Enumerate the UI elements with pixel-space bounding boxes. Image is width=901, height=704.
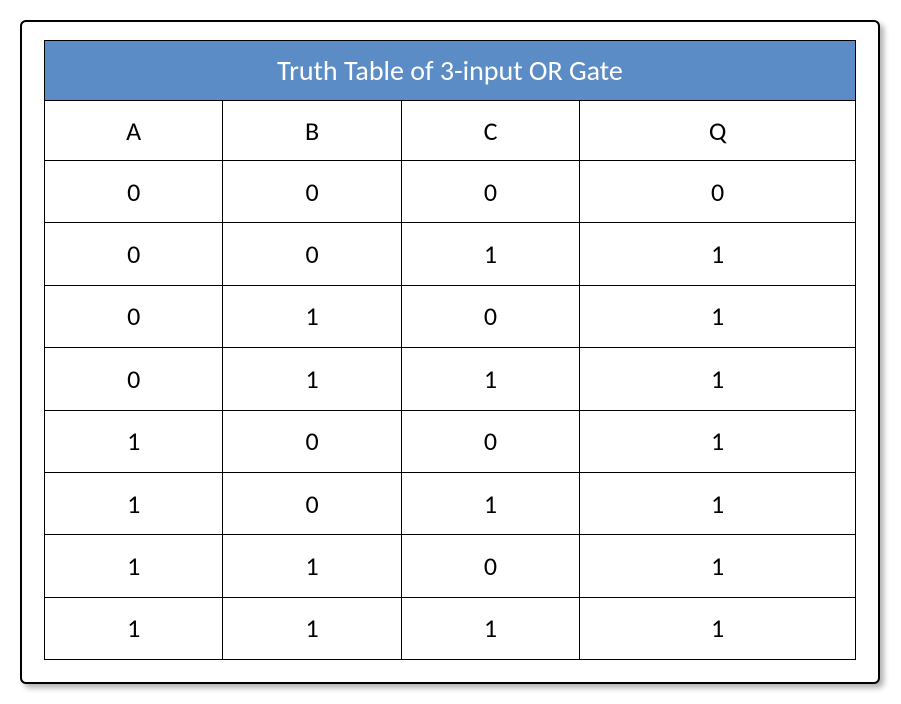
truth-table: Truth Table of 3-input OR Gate A B C Q 0… bbox=[44, 40, 856, 660]
cell: 1 bbox=[580, 597, 856, 659]
table-row: 1 1 1 1 bbox=[45, 597, 856, 659]
table-row: 0 1 0 1 bbox=[45, 285, 856, 347]
cell: 1 bbox=[401, 597, 579, 659]
cell: 1 bbox=[580, 472, 856, 534]
cell: 1 bbox=[223, 348, 401, 410]
table-row: 0 1 1 1 bbox=[45, 348, 856, 410]
cell: 0 bbox=[223, 161, 401, 223]
cell: 0 bbox=[45, 223, 223, 285]
cell: 1 bbox=[45, 535, 223, 597]
cell: 0 bbox=[223, 410, 401, 472]
cell: 0 bbox=[223, 223, 401, 285]
cell: 1 bbox=[580, 535, 856, 597]
cell: 0 bbox=[45, 348, 223, 410]
cell: 1 bbox=[580, 285, 856, 347]
cell: 1 bbox=[580, 223, 856, 285]
cell: 1 bbox=[223, 285, 401, 347]
cell: 0 bbox=[401, 535, 579, 597]
cell: 0 bbox=[580, 161, 856, 223]
cell: 0 bbox=[401, 285, 579, 347]
table-row: 1 0 0 1 bbox=[45, 410, 856, 472]
header-row: A B C Q bbox=[45, 101, 856, 161]
col-header-q: Q bbox=[580, 101, 856, 161]
table-row: 0 0 1 1 bbox=[45, 223, 856, 285]
col-header-b: B bbox=[223, 101, 401, 161]
cell: 1 bbox=[401, 348, 579, 410]
cell: 1 bbox=[223, 597, 401, 659]
table-row: 1 0 1 1 bbox=[45, 472, 856, 534]
cell: 1 bbox=[45, 410, 223, 472]
title-row: Truth Table of 3-input OR Gate bbox=[45, 41, 856, 101]
table-frame: Truth Table of 3-input OR Gate A B C Q 0… bbox=[20, 20, 880, 684]
cell: 0 bbox=[401, 410, 579, 472]
table-row: 0 0 0 0 bbox=[45, 161, 856, 223]
cell: 1 bbox=[223, 535, 401, 597]
cell: 1 bbox=[45, 597, 223, 659]
cell: 1 bbox=[401, 223, 579, 285]
cell: 1 bbox=[580, 410, 856, 472]
cell: 0 bbox=[45, 285, 223, 347]
table-body: 0 0 0 0 0 0 1 1 0 1 0 1 0 1 1 1 bbox=[45, 161, 856, 660]
col-header-a: A bbox=[45, 101, 223, 161]
cell: 1 bbox=[580, 348, 856, 410]
table-row: 1 1 0 1 bbox=[45, 535, 856, 597]
col-header-c: C bbox=[401, 101, 579, 161]
table-title: Truth Table of 3-input OR Gate bbox=[45, 41, 856, 101]
cell: 0 bbox=[45, 161, 223, 223]
cell: 1 bbox=[401, 472, 579, 534]
cell: 1 bbox=[45, 472, 223, 534]
cell: 0 bbox=[401, 161, 579, 223]
cell: 0 bbox=[223, 472, 401, 534]
